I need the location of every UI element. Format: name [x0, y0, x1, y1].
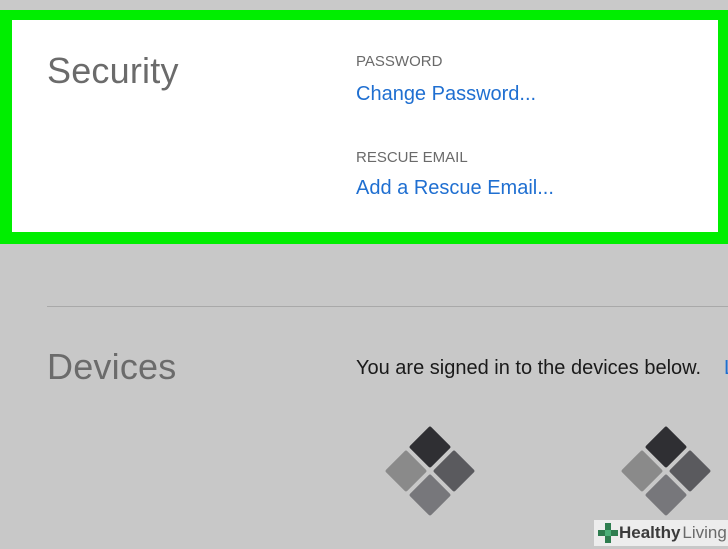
devices-title: Devices	[47, 346, 177, 387]
devices-learn-more-link[interactable]: L	[724, 357, 728, 380]
top-strip	[0, 0, 728, 10]
watermark-brand-bold: Healthy	[619, 523, 681, 542]
rescue-email-label: RESCUE EMAIL	[356, 149, 468, 166]
watermark: Healthy Living	[594, 520, 728, 546]
windows-device-icon[interactable]	[618, 425, 714, 524]
section-divider	[47, 306, 728, 307]
password-label: PASSWORD	[356, 53, 443, 70]
security-title: Security	[47, 50, 179, 91]
devices-description: You are signed in to the devices below.	[356, 357, 702, 379]
watermark-brand-light: Living	[682, 523, 727, 542]
plus-cross-icon	[597, 522, 619, 544]
security-section: Security PASSWORD Change Password... RES…	[12, 20, 718, 232]
add-rescue-email-link[interactable]: Add a Rescue Email...	[356, 177, 554, 200]
windows-device-icon[interactable]	[382, 425, 478, 524]
change-password-link[interactable]: Change Password...	[356, 83, 536, 106]
